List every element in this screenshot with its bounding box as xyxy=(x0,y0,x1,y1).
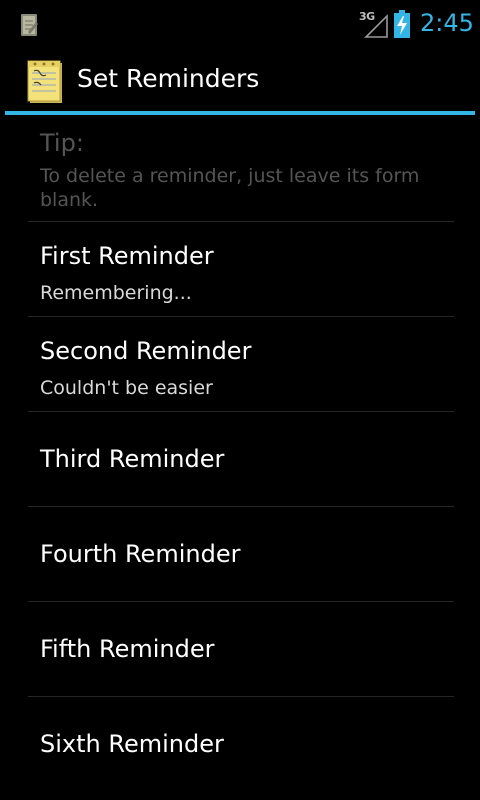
reminder-item-first[interactable]: First Reminder Remembering... xyxy=(0,222,480,316)
reminder-title: Sixth Reminder xyxy=(40,730,224,758)
reminder-title: Fourth Reminder xyxy=(40,540,241,568)
signal-icon xyxy=(364,14,388,38)
reminder-item-fourth[interactable]: Fourth Reminder xyxy=(0,507,480,601)
reminder-item-second[interactable]: Second Reminder Couldn't be easier xyxy=(0,317,480,411)
reminder-item-sixth[interactable]: Sixth Reminder xyxy=(0,697,480,791)
reminder-item-third[interactable]: Third Reminder xyxy=(0,412,480,506)
screen: 3G 2:45 Set Reminders Tip: To delete a r… xyxy=(0,0,480,800)
reminder-title: Third Reminder xyxy=(40,445,225,473)
status-bar: 3G 2:45 xyxy=(0,0,480,50)
page-title: Set Reminders xyxy=(77,64,260,93)
reminder-title: Second Reminder xyxy=(40,337,252,365)
reminder-summary: Remembering... xyxy=(40,282,192,304)
reminder-title: Fifth Reminder xyxy=(40,635,215,663)
status-clock: 2:45 xyxy=(420,9,474,37)
tip-title: Tip: xyxy=(40,129,84,157)
reminder-list: Tip: To delete a reminder, just leave it… xyxy=(0,115,480,791)
reminder-summary: Couldn't be easier xyxy=(40,377,213,399)
action-bar: Set Reminders xyxy=(0,50,480,112)
notepad-icon[interactable] xyxy=(26,57,66,105)
reminder-title: First Reminder xyxy=(40,242,214,270)
tip-item: Tip: To delete a reminder, just leave it… xyxy=(0,115,480,221)
notes-notification-icon xyxy=(21,14,38,36)
battery-charging-icon xyxy=(394,10,410,38)
tip-summary: To delete a reminder, just leave its for… xyxy=(40,165,420,211)
reminder-item-fifth[interactable]: Fifth Reminder xyxy=(0,602,480,696)
